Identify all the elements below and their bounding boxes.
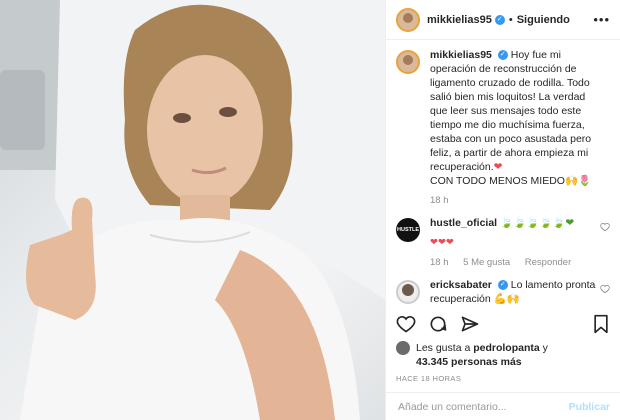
commenter-avatar[interactable]: HUSTLE bbox=[396, 218, 420, 242]
post-timestamp: HACE 18 HORAS bbox=[396, 374, 462, 383]
face bbox=[147, 55, 263, 205]
comment-item: ericksabater ✓ Lo lamento pronta recuper… bbox=[396, 278, 610, 306]
separator-dot: • bbox=[508, 13, 513, 26]
post-sidebar: mikkielias95 ✓ • Siguiendo ••• mikkielia… bbox=[385, 0, 620, 420]
comment-text: 🍃🍃🍃🍃🍃❤ bbox=[500, 217, 575, 229]
likes-summary: Les gusta a pedrolopanta y 43.345 person… bbox=[396, 341, 610, 369]
caption-time: 18 h bbox=[430, 195, 449, 206]
save-bookmark-icon[interactable] bbox=[592, 314, 610, 334]
likes-joiner: y bbox=[542, 342, 548, 354]
likes-prefix: Les gusta a bbox=[416, 342, 471, 354]
caption-author-avatar[interactable] bbox=[396, 50, 420, 74]
like-heart-icon[interactable] bbox=[396, 314, 416, 334]
share-send-icon[interactable] bbox=[460, 314, 480, 334]
post-photo[interactable] bbox=[0, 0, 385, 420]
caption-text: Hoy fue mi operación de reconstrucción d… bbox=[430, 49, 592, 173]
follow-status-button[interactable]: Siguiendo bbox=[517, 14, 570, 26]
heart-emoji: ❤ bbox=[493, 161, 503, 173]
author-username[interactable]: mikkielias95 bbox=[427, 14, 492, 26]
caption-text-tail: CON TODO MENOS MIEDO bbox=[430, 175, 565, 187]
caption-emoji: 🙌🌷 bbox=[564, 175, 592, 187]
commenter-avatar[interactable] bbox=[396, 280, 420, 304]
liker-avatar[interactable] bbox=[396, 341, 410, 355]
instagram-post: mikkielias95 ✓ • Siguiendo ••• mikkielia… bbox=[0, 0, 620, 420]
liker-username[interactable]: pedrolopanta bbox=[473, 342, 540, 354]
comment-item: HUSTLE hustle_oficial 🍃🍃🍃🍃🍃❤ ❤❤❤ 18 h 5 … bbox=[396, 216, 610, 270]
verified-badge-icon: ✓ bbox=[497, 280, 508, 291]
photo-illustration bbox=[0, 0, 385, 420]
comment-emoji: 💪🙌 bbox=[493, 293, 520, 305]
post-header: mikkielias95 ✓ • Siguiendo ••• bbox=[386, 0, 620, 40]
like-comment-heart-icon[interactable] bbox=[600, 222, 610, 232]
comment-likes[interactable]: 5 Me gusta bbox=[463, 257, 510, 268]
comment-text-2: ❤❤❤ bbox=[430, 237, 454, 248]
comment-bubble-icon[interactable] bbox=[428, 314, 448, 334]
comment-input[interactable] bbox=[396, 399, 569, 414]
likes-count[interactable]: 43.345 personas más bbox=[416, 356, 522, 368]
commenter-username[interactable]: hustle_oficial bbox=[430, 217, 497, 229]
author-avatar[interactable] bbox=[396, 7, 420, 32]
comment-composer: Publicar bbox=[386, 392, 620, 420]
thumbs-up-hand bbox=[26, 197, 96, 320]
caption-username[interactable]: mikkielias95 bbox=[430, 49, 492, 61]
reply-button[interactable]: Responder bbox=[525, 257, 571, 268]
action-bar bbox=[396, 312, 610, 336]
publish-button[interactable]: Publicar bbox=[569, 401, 610, 413]
caption: mikkielias95 ✓ Hoy fue mi operación de r… bbox=[396, 48, 610, 208]
commenter-username[interactable]: ericksabater bbox=[430, 279, 492, 291]
more-options-icon[interactable]: ••• bbox=[593, 12, 610, 27]
comment-time: 18 h bbox=[430, 257, 449, 268]
comments-list[interactable]: mikkielias95 ✓ Hoy fue mi operación de r… bbox=[386, 48, 620, 306]
like-comment-heart-icon[interactable] bbox=[600, 284, 610, 294]
verified-badge-icon: ✓ bbox=[497, 50, 508, 61]
verified-badge-icon: ✓ bbox=[494, 14, 505, 25]
